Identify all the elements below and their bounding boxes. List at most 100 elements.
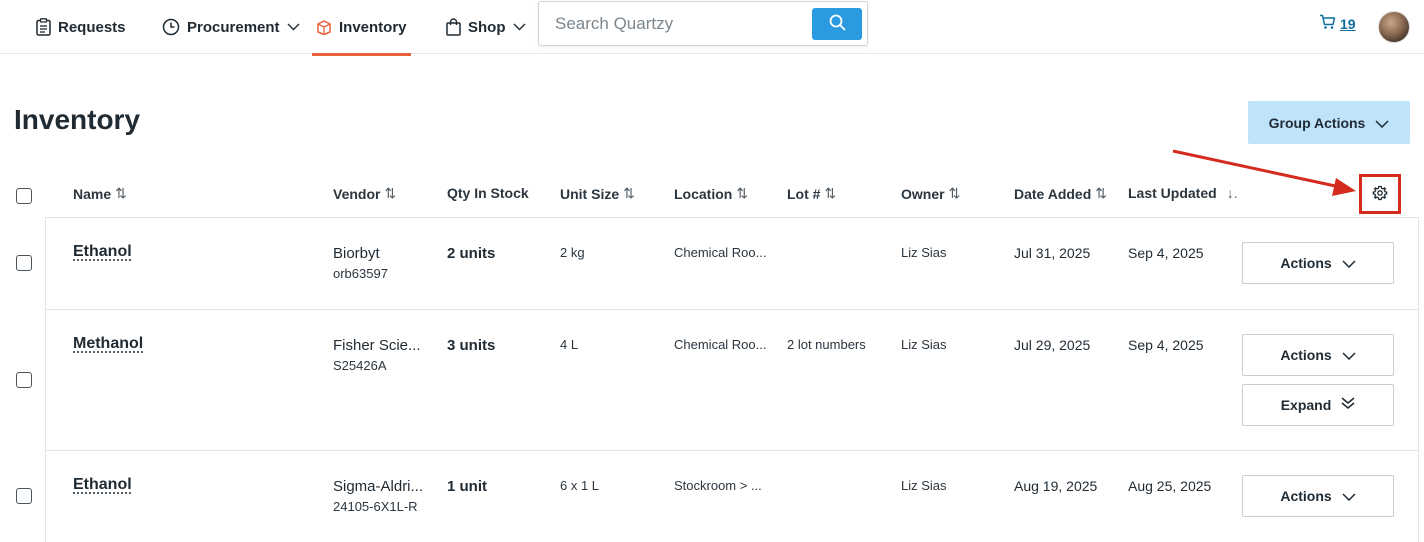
group-actions-label: Group Actions: [1268, 114, 1366, 131]
column-header-lot[interactable]: Lot # ⇅: [787, 185, 836, 202]
column-owner-label: Owner: [901, 185, 945, 202]
top-navigation: Requests Procurement Inventory Shop Sear…: [0, 0, 1424, 56]
row-checkbox[interactable]: [16, 488, 32, 504]
actions-label: Actions: [1280, 255, 1332, 271]
nav-requests[interactable]: Requests: [36, 0, 126, 54]
qty-in-stock: 3 units: [447, 337, 496, 354]
expand-label: Expand: [1280, 397, 1332, 413]
column-header-qty: Qty In Stock: [447, 185, 529, 201]
column-lot-label: Lot #: [787, 185, 821, 202]
last-updated: Sep 4, 2025: [1128, 245, 1204, 261]
column-header-date-added[interactable]: Date Added ⇅: [1014, 185, 1107, 202]
actions-label: Actions: [1280, 488, 1332, 504]
unit-size: 6 x 1 L: [560, 478, 600, 493]
unit-size: 2 kg: [560, 245, 585, 260]
cart-link[interactable]: 19: [1319, 14, 1356, 33]
nav-requests-label: Requests: [58, 18, 126, 36]
qty-in-stock: 1 unit: [447, 478, 487, 495]
item-name-link[interactable]: Ethanol: [73, 243, 132, 261]
cart-icon: [1319, 14, 1336, 33]
nav-procurement[interactable]: Procurement: [162, 0, 300, 54]
column-settings-button[interactable]: [1370, 185, 1390, 205]
sort-icon[interactable]: ⇅: [949, 185, 961, 202]
sort-descending-icon[interactable]: ↓.: [1227, 185, 1238, 201]
vendor-name: Biorbyt: [333, 245, 380, 262]
clock-icon: [162, 18, 180, 36]
avatar[interactable]: [1378, 11, 1410, 43]
chevron-down-icon: [1342, 255, 1356, 271]
owner: Liz Sias: [901, 337, 947, 352]
vendor-name: Sigma-Aldri...: [333, 478, 424, 495]
chevron-down-icon: [1375, 115, 1389, 131]
clipboard-icon: [36, 18, 51, 36]
qty-in-stock: 2 units: [447, 245, 496, 262]
actions-button[interactable]: Actions: [1242, 242, 1394, 284]
sort-icon[interactable]: ⇅: [384, 185, 396, 202]
row-checkbox[interactable]: [16, 255, 32, 271]
column-header-owner[interactable]: Owner ⇅: [901, 185, 960, 202]
table-row: Ethanol Sigma-Aldri... 24105-6X1L-R 1 un…: [46, 451, 1418, 542]
sort-icon[interactable]: ⇅: [736, 185, 748, 202]
date-added: Aug 19, 2025: [1014, 478, 1098, 494]
location: Chemical Roo...: [674, 337, 767, 352]
table-row: Ethanol Biorbyt orb63597 2 units 2 kg Ch…: [46, 218, 1418, 310]
nav-shop-label: Shop: [468, 18, 506, 36]
chevron-down-icon: [513, 23, 526, 31]
search-input[interactable]: [539, 2, 809, 45]
nav-procurement-label: Procurement: [187, 18, 280, 36]
owner: Liz Sias: [901, 245, 947, 260]
nav-inventory-label: Inventory: [339, 18, 407, 36]
column-header-name[interactable]: Name ⇅: [73, 185, 127, 202]
item-name-link[interactable]: Ethanol: [73, 476, 132, 494]
column-header-location[interactable]: Location ⇅: [674, 185, 748, 202]
sort-icon[interactable]: ⇅: [623, 185, 635, 202]
location: Stockroom > ...: [674, 478, 762, 493]
nav-shop[interactable]: Shop: [446, 0, 526, 54]
bag-icon: [446, 18, 461, 36]
select-all-checkbox[interactable]: [16, 188, 32, 204]
double-chevron-down-icon: [1341, 397, 1355, 413]
row-checkbox[interactable]: [16, 372, 32, 388]
column-location-label: Location: [674, 185, 733, 202]
actions-button[interactable]: Actions: [1242, 475, 1394, 517]
column-date-added-label: Date Added: [1014, 185, 1092, 202]
column-header-unit-size[interactable]: Unit Size ⇅: [560, 185, 635, 202]
chevron-down-icon: [1342, 488, 1356, 504]
vendor-name: Fisher Scie...: [333, 337, 421, 354]
chevron-down-icon: [1342, 347, 1356, 363]
nav-inventory[interactable]: Inventory: [312, 0, 411, 56]
column-name-label: Name: [73, 185, 112, 202]
sort-icon[interactable]: ⇅: [1095, 185, 1107, 202]
column-header-last-updated[interactable]: Last Updated ↓.: [1128, 185, 1238, 201]
column-header-vendor[interactable]: Vendor ⇅: [333, 185, 396, 202]
last-updated: Aug 25, 2025: [1128, 478, 1212, 494]
cart-count: 19: [1340, 15, 1356, 32]
column-last-updated-label: Last Updated: [1128, 185, 1217, 201]
gear-icon: [1372, 185, 1388, 206]
actions-label: Actions: [1280, 347, 1332, 363]
sort-icon[interactable]: ⇅: [115, 185, 127, 202]
location: Chemical Roo...: [674, 245, 767, 260]
expand-button[interactable]: Expand: [1242, 384, 1394, 426]
actions-button[interactable]: Actions: [1242, 334, 1394, 376]
column-unit-size-label: Unit Size: [560, 185, 620, 202]
unit-size: 4 L: [560, 337, 579, 352]
date-added: Jul 29, 2025: [1014, 337, 1091, 353]
date-added: Jul 31, 2025: [1014, 245, 1091, 261]
sort-icon[interactable]: ⇅: [824, 185, 836, 202]
search-box: [538, 1, 868, 46]
group-actions-button[interactable]: Group Actions: [1248, 101, 1410, 144]
catalog-number: 24105-6X1L-R: [333, 499, 418, 514]
catalog-number: S25426A: [333, 358, 387, 373]
search-button[interactable]: [812, 8, 862, 40]
item-name-link[interactable]: Methanol: [73, 335, 143, 353]
last-updated: Sep 4, 2025: [1128, 337, 1204, 353]
inventory-table: Ethanol Biorbyt orb63597 2 units 2 kg Ch…: [45, 217, 1419, 542]
box-icon: [316, 19, 332, 35]
column-qty-label: Qty In Stock: [447, 185, 529, 201]
lot-number: 2 lot numbers: [787, 337, 866, 352]
table-row: Methanol Fisher Scie... S25426A 3 units …: [46, 310, 1418, 451]
chevron-down-icon: [287, 23, 300, 31]
search-icon: [829, 14, 846, 34]
page-title: Inventory: [14, 104, 141, 135]
